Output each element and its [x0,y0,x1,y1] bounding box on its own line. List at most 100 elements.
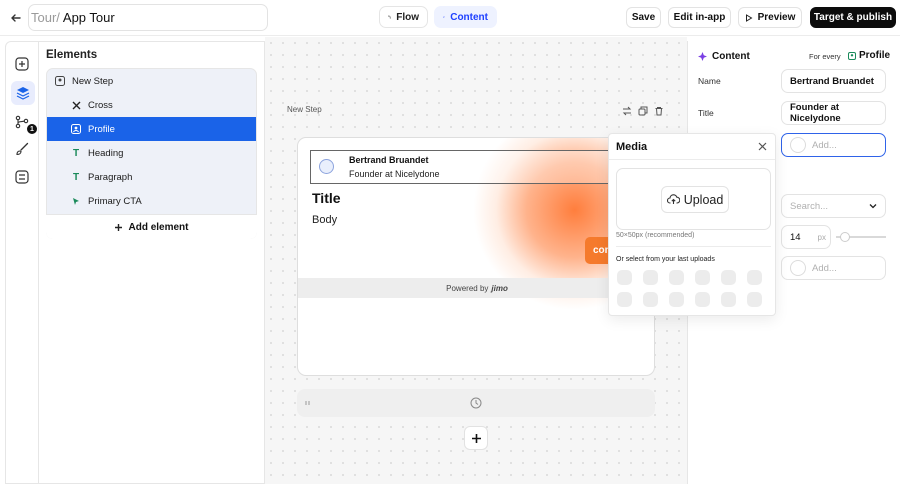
size-input[interactable]: 14 px [781,225,831,249]
slider-thumb[interactable] [840,232,850,242]
add-element-button[interactable]: Add element [46,214,257,239]
size-value: 14 [790,231,801,243]
size-slider[interactable] [836,232,886,242]
tab-content[interactable]: Content [434,6,497,28]
media-popover: Media Upload 50×50px (recommended) Or se… [608,133,776,316]
cta-icon [70,195,82,207]
tour-title: App Tour [62,10,115,25]
upload-label: Upload [683,192,724,207]
drag-handle-icon[interactable] [305,400,311,406]
swap-icon[interactable] [622,106,632,116]
recent-uploads-label: Or select from your last uploads [616,256,715,263]
powered-by-text: Powered by [446,283,489,293]
divider [616,246,771,247]
play-icon [745,13,753,22]
step-card[interactable]: Bertrand Bruandet Founder at Nicelydone … [297,137,655,376]
add-element-label: Add element [128,221,189,233]
text-icon: T [72,147,80,159]
branch-count-badge: 1 [27,124,37,134]
upload-button[interactable]: Upload [661,186,729,213]
upload-thumbnail[interactable] [695,270,710,285]
upload-thumbnail[interactable] [617,270,632,285]
edit-in-app-button[interactable]: Edit in-app [668,7,731,28]
tree-item-new-step[interactable]: New Step [47,69,256,93]
target-publish-button[interactable]: Target & publish [810,7,896,28]
title-input[interactable]: Founder at Nicelydone [781,101,886,125]
upload-thumbnail[interactable] [747,270,762,285]
name-input[interactable]: Bertrand Bruandet [781,69,886,93]
color-placeholder: Add... [812,262,837,274]
color-swatch [790,260,806,276]
name-label: Name [698,76,721,86]
preview-label: Preview [757,12,796,23]
divider [609,159,775,160]
preview-button[interactable]: Preview [738,7,802,28]
duplicate-icon[interactable] [638,106,648,116]
save-button[interactable]: Save [626,7,661,28]
profile-role: Founder at Nicelydone [349,169,440,179]
upload-thumbnail[interactable] [669,292,684,307]
profile-block[interactable]: Bertrand Bruandet Founder at Nicelydone [310,150,610,184]
upload-thumbnail[interactable] [747,292,762,307]
profile-name: Bertrand Bruandet [349,155,429,165]
tree-item-label: Profile [88,123,115,135]
cross-icon [70,99,82,111]
trash-icon[interactable] [654,106,664,116]
step-title[interactable]: Title [312,190,341,206]
upload-dropzone[interactable]: Upload [616,168,771,230]
image-field[interactable]: Add... [781,133,886,157]
jimo-logo: jimo [491,283,508,293]
media-title: Media [616,141,648,153]
tree-item-paragraph[interactable]: T Paragraph [47,165,256,189]
flow-icon [388,15,392,19]
tab-flow-label: Flow [396,11,419,23]
elements-panel: Elements New Step Cross Profile T Headin… [39,41,265,484]
tree-item-profile[interactable]: Profile [47,117,256,141]
powered-by-bar: Powered by jimo [298,278,654,298]
tree-item-label: Cross [88,99,113,111]
elements-title: Elements [46,49,98,61]
title-prefix: Tour/ [31,10,60,25]
add-step-button[interactable] [464,426,488,450]
upload-thumbnail[interactable] [669,270,684,285]
tab-flow[interactable]: Flow [379,6,428,28]
plus-icon [115,223,123,231]
for-every-label: For every [809,52,841,61]
section-header: Content [698,51,750,62]
upload-thumbnail[interactable] [643,292,658,307]
profile-icon [848,51,856,60]
scope-label: Profile [859,50,891,61]
close-icon[interactable] [758,142,767,151]
content-icon [443,16,446,18]
font-search-select[interactable]: Search... [781,194,886,218]
clock-icon[interactable] [470,397,482,409]
top-bar: Tour/ App Tour Flow Content Save Edit in… [0,0,900,36]
tour-title-input[interactable]: Tour/ App Tour [28,4,268,31]
title-label: Title [698,108,714,118]
recent-uploads-grid [617,270,762,307]
brush-icon[interactable] [6,135,38,163]
avatar-icon [319,159,334,174]
text-icon: T [72,171,80,183]
settings-square-icon[interactable] [6,163,38,191]
tree-item-heading[interactable]: T Heading [47,141,256,165]
upload-thumbnail[interactable] [721,270,736,285]
layers-icon[interactable] [11,81,35,105]
step-body[interactable]: Body [312,214,337,226]
chevron-down-icon [869,204,877,209]
tree-item-primary-cta[interactable]: Primary CTA [47,189,256,213]
scope-selector[interactable]: Profile [848,50,890,61]
upload-thumbnail[interactable] [643,270,658,285]
cloud-upload-icon [666,194,680,204]
step-bottom-bar[interactable] [297,389,655,417]
step-icon [54,75,66,87]
back-arrow-icon[interactable] [8,10,24,26]
upload-thumbnail[interactable] [617,292,632,307]
upload-thumbnail[interactable] [695,292,710,307]
add-block-icon[interactable] [6,50,38,78]
upload-thumbnail[interactable] [721,292,736,307]
image-placeholder: Add... [812,139,837,151]
tree-item-label: Heading [88,147,124,159]
tree-item-cross[interactable]: Cross [47,93,256,117]
color-field[interactable]: Add... [781,256,886,280]
